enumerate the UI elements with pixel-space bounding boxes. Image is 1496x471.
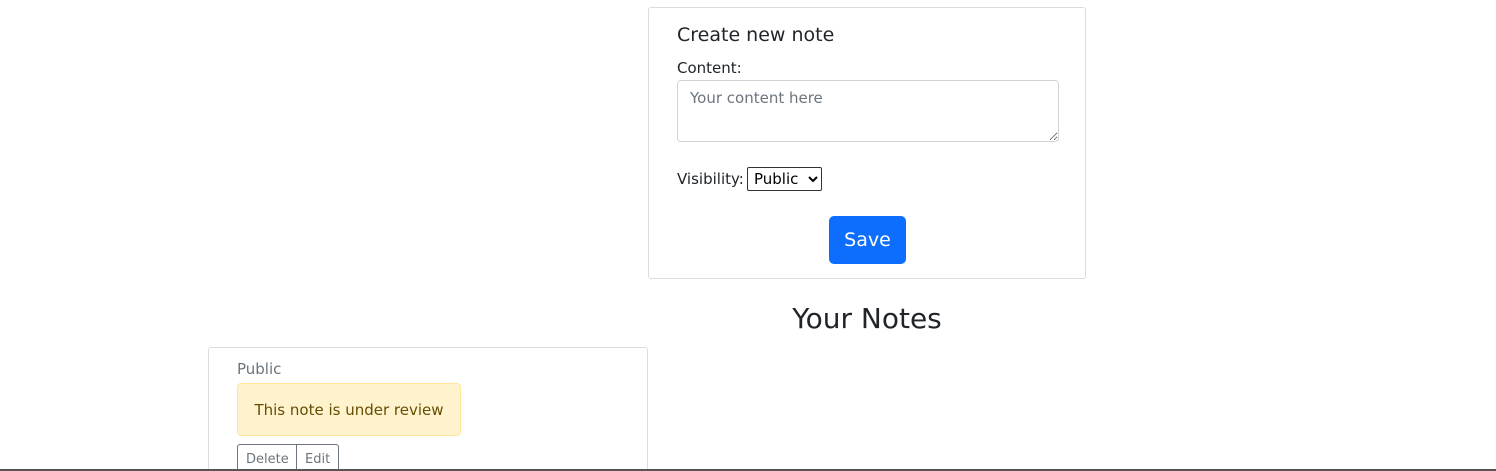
notes-heading: Your Notes [792, 302, 942, 335]
note-card: Public This note is under review Delete … [208, 347, 648, 471]
visibility-select[interactable]: Public [747, 167, 822, 191]
delete-button[interactable]: Delete [237, 444, 297, 471]
create-note-title: Create new note [677, 24, 835, 46]
visibility-label: Visibility: [677, 170, 744, 188]
note-review-alert: This note is under review [237, 383, 461, 436]
content-textarea[interactable] [677, 80, 1059, 142]
note-visibility: Public [237, 360, 282, 378]
save-button[interactable]: Save [829, 216, 906, 264]
content-label: Content: [677, 59, 742, 77]
edit-button[interactable]: Edit [297, 444, 339, 471]
page: Create new note Content: Visibility: Pub… [0, 0, 1496, 471]
create-note-card: Create new note Content: Visibility: Pub… [648, 7, 1086, 279]
note-actions: Delete Edit [237, 444, 339, 471]
